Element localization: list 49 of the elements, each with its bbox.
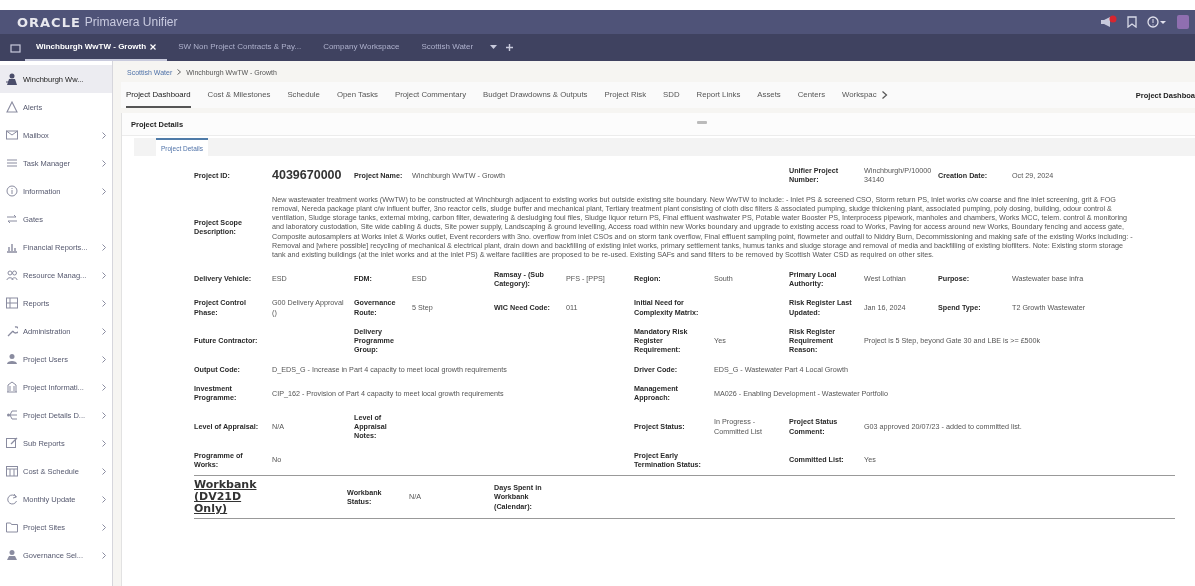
chevron-icon — [102, 187, 106, 195]
chevron-icon — [102, 131, 106, 139]
workspace-tab[interactable]: Company Workspace — [312, 34, 411, 61]
chevron-icon — [102, 243, 106, 251]
chevron-icon — [102, 551, 106, 559]
person-icon — [6, 549, 18, 561]
info-icon — [6, 185, 18, 197]
workspace-tab[interactable]: Scottish Water — [410, 34, 485, 61]
task-list-icon — [6, 157, 18, 169]
chevron-icon — [102, 299, 106, 307]
report-icon — [6, 297, 18, 309]
mail-icon — [6, 129, 18, 141]
alert-icon — [6, 101, 18, 113]
chevron-icon — [102, 495, 106, 503]
chevron-right-icon[interactable] — [881, 91, 888, 99]
swap-arrows-icon — [6, 213, 18, 225]
section-heading: Workbank (DV21D Only) — [194, 479, 258, 516]
chevron-icon — [102, 439, 106, 447]
close-icon[interactable] — [150, 43, 157, 50]
megaphone-icon[interactable] — [1099, 15, 1117, 29]
chart-icon — [6, 241, 18, 253]
chevron-icon — [102, 271, 106, 279]
refresh-icon — [6, 493, 18, 505]
building-icon — [6, 381, 18, 393]
product-name: Primavera Unifier — [84, 15, 178, 29]
person-icon — [6, 353, 18, 365]
collapse-handle-icon[interactable] — [697, 121, 707, 125]
project-id-value: 4039670000 — [272, 167, 343, 184]
chevron-icon — [102, 355, 106, 363]
folder-icon — [6, 521, 18, 533]
help-icon[interactable] — [1147, 16, 1167, 28]
person-icon — [6, 73, 18, 85]
chevron-icon — [102, 383, 106, 391]
chevron-icon — [177, 69, 182, 75]
bookmark-icon[interactable] — [1127, 16, 1137, 28]
people-icon — [6, 269, 18, 281]
workspace-tab[interactable]: SW Non Project Contracts & Pay... — [167, 34, 313, 61]
chevron-icon — [102, 467, 106, 475]
chevron-icon — [102, 411, 106, 419]
chevron-icon — [102, 523, 106, 531]
add-icon[interactable] — [506, 44, 514, 51]
home-icon[interactable] — [10, 42, 21, 53]
brand-logo: ORACLE — [17, 14, 81, 30]
edit-icon — [6, 437, 18, 449]
calendar-icon — [6, 465, 18, 477]
chevron-icon — [102, 159, 106, 167]
caret-icon[interactable] — [490, 45, 498, 50]
chevron-icon — [102, 327, 106, 335]
branch-icon — [6, 409, 18, 421]
